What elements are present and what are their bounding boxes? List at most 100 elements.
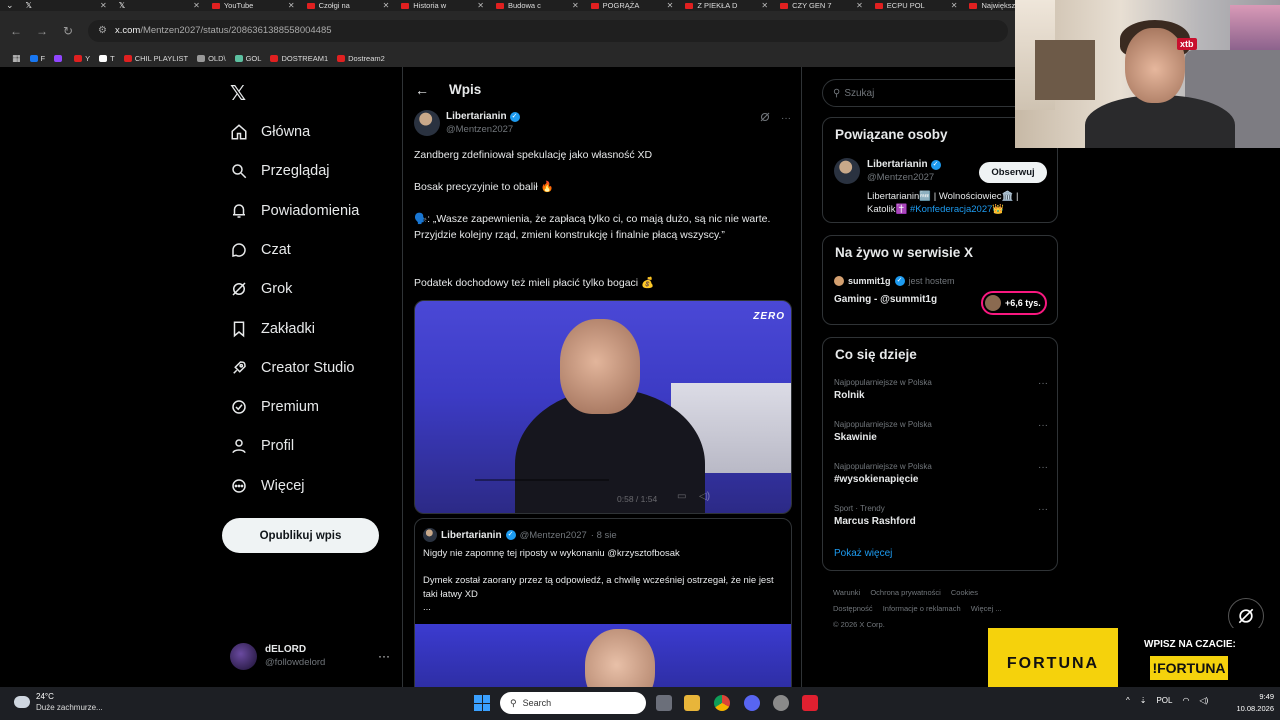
live-viewers-badge[interactable]: +6,6 tys. [981,291,1047,315]
close-icon[interactable]: ✕ [572,1,579,10]
browser-tab[interactable]: POGRĄŻA ✕ [585,0,680,11]
browser-tab[interactable]: ECPU POL ✕ [869,0,964,11]
more-dots-icon[interactable]: ··· [1038,420,1048,431]
close-icon[interactable]: ✕ [193,1,200,10]
more-dots-icon[interactable]: ··· [1038,504,1048,515]
related-name[interactable]: Libertarianin [867,159,928,170]
hashtag-link[interactable]: #Konfederacja2027 [910,204,992,215]
quoted-author[interactable]: Libertarianin ✓ @Mentzen2027 · 8 sie [423,528,617,542]
close-icon[interactable]: ✕ [383,1,390,10]
reload-icon[interactable]: ↻ [62,24,74,38]
close-icon[interactable]: ✕ [100,1,107,10]
volume-icon[interactable]: ◁) [1199,696,1208,705]
close-icon[interactable]: ✕ [951,1,958,10]
trend-item[interactable]: Najpopularniejsze w Polska Skawinie ··· [834,420,1048,443]
tab-list-dropdown[interactable]: ⌄ [0,0,20,11]
close-icon[interactable]: ✕ [856,1,863,10]
taskbar-search-input[interactable]: ⚲ Search [500,692,646,714]
obs-icon[interactable] [773,695,789,711]
footer-link[interactable]: Ochrona prywatności [870,588,940,597]
footer-link[interactable]: Więcej ... [971,604,1002,613]
live-stream-title[interactable]: Gaming - @summit1g [834,294,937,305]
account-switcher[interactable]: dELORD @followdelord ··· [230,641,390,671]
browser-tab[interactable]: Z PIEKŁA D ✕ [679,0,774,11]
nav-item-rocket[interactable]: Creator Studio [230,359,355,377]
browser-tab[interactable]: CZY GEN 7 ✕ [774,0,869,11]
chevron-up-icon[interactable]: ^ [1126,696,1130,705]
more-dots-icon[interactable]: ··· [378,649,390,663]
nav-item-more-circle[interactable]: Więcej [230,477,305,495]
avatar[interactable] [834,158,860,184]
close-icon[interactable]: ✕ [477,1,484,10]
close-icon[interactable]: ✕ [667,1,674,10]
site-settings-icon[interactable]: ⚙ [98,25,107,36]
quoted-media[interactable] [415,624,791,687]
follow-button[interactable]: Obserwuj [979,162,1047,183]
app-icon[interactable] [802,695,818,711]
language-indicator[interactable]: POL [1156,696,1172,705]
live-host[interactable]: summit1g ✓ jest hostem [834,276,955,286]
author-name[interactable]: Libertarianin [446,111,507,122]
author-handle[interactable]: @Mentzen2027 [446,124,520,135]
grok-icon[interactable] [759,111,771,126]
captions-icon[interactable]: ▭ [677,491,686,502]
quoted-post[interactable]: Libertarianin ✓ @Mentzen2027 · 8 sie Nig… [414,518,792,687]
more-dots-icon[interactable]: ··· [781,113,791,124]
nav-item-chat[interactable]: Czat [230,241,291,259]
nav-item-home[interactable]: Główna [230,123,310,141]
more-dots-icon[interactable]: ··· [1038,462,1048,473]
bookmark-item[interactable]: T [99,54,115,63]
weather-widget[interactable]: 24°C Duże zachmurze... [14,692,103,712]
nav-item-search[interactable]: Przeglądaj [230,162,330,180]
publish-post-button[interactable]: Opublikuj wpis [222,518,379,553]
taskbar-clock[interactable]: 9:49 10.08.2026 [1236,691,1274,715]
nav-item-bell[interactable]: Powiadomienia [230,202,359,220]
show-more-link[interactable]: Pokaż więcej [834,548,892,559]
close-icon[interactable]: ✕ [288,1,295,10]
bookmark-item[interactable]: F [29,54,45,63]
browser-tab[interactable]: 𝕏 ✕ [113,0,206,11]
video-progress-bar[interactable] [475,479,609,481]
bookmark-item[interactable]: Dostream2 [337,54,385,63]
more-dots-icon[interactable]: ··· [1038,378,1048,389]
nav-item-grok[interactable]: Grok [230,280,292,298]
bookmark-item[interactable]: OLD\ [197,54,226,63]
footer-link[interactable]: Dostępność [833,604,873,613]
nav-item-bookmark[interactable]: Zakładki [230,320,315,338]
bookmark-item[interactable]: DOSTREAM1 [270,54,328,63]
windows-start-icon[interactable] [474,695,490,711]
footer-link[interactable]: Warunki [833,588,860,597]
footer-link[interactable]: Cookies [951,588,978,597]
post-author[interactable]: Libertarianin ✓ @Mentzen2027 [414,110,520,136]
nav-item-premium[interactable]: Premium [230,398,319,416]
browser-tab[interactable]: Historia w ✕ [395,0,490,11]
trend-item[interactable]: Najpopularniejsze w Polska #wysokienapięc… [834,462,1048,485]
discord-icon[interactable] [744,695,760,711]
nav-item-profile[interactable]: Profil [230,437,294,455]
forward-arrow-icon[interactable]: → [36,24,48,38]
bookmark-item[interactable] [54,54,65,63]
trend-item[interactable]: Najpopularniejsze w Polska Rolnik ··· [834,378,1048,401]
file-explorer-icon[interactable] [684,695,700,711]
browser-tab[interactable]: YouTube ✕ [206,0,301,11]
x-logo-icon[interactable]: 𝕏 [230,81,246,106]
volume-icon[interactable]: ◁) [699,491,710,502]
back-arrow-icon[interactable]: ← [10,24,22,38]
bookmark-item[interactable]: GOL [234,54,261,63]
network-icon[interactable]: ⇣ [1140,696,1147,705]
browser-tab[interactable]: Czołgi na ✕ [301,0,396,11]
bookmark-item[interactable]: CHIL PLAYLIST [123,54,188,63]
video-player[interactable]: ZERO 0:58 / 1:54 ▭ ◁) [414,300,792,514]
url-field[interactable]: ⚙ x.com/Mentzen2027/status/2086361388558… [88,19,1008,42]
chrome-icon[interactable] [714,695,730,711]
wifi-icon[interactable]: ◠ [1182,696,1189,705]
apps-grid-icon[interactable]: ▦ [12,53,21,64]
browser-tab[interactable]: Budowa c ✕ [490,0,585,11]
task-view-icon[interactable] [656,695,672,711]
related-handle[interactable]: @Mentzen2027 [867,172,941,183]
footer-link[interactable]: Informacje o reklamach [883,604,961,613]
back-arrow-icon[interactable]: ← [415,82,429,98]
bookmark-item[interactable]: Y [74,54,90,63]
trend-item[interactable]: Sport · Trendy Marcus Rashford ··· [834,504,1048,527]
browser-tab[interactable]: 𝕏 ✕ [20,0,113,11]
